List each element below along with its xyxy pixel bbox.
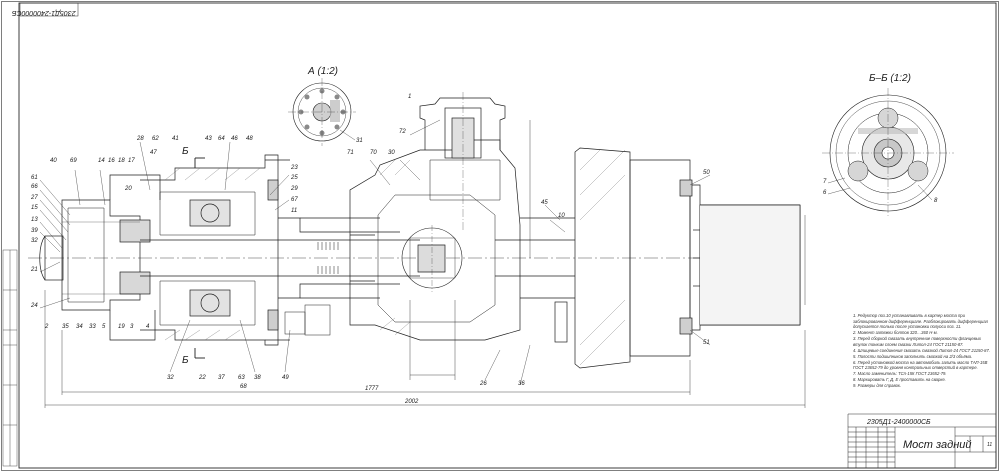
view-bb-label: Б–Б (1:2): [869, 73, 911, 84]
document-code-titleblock: 2305Д1-2400000СБ: [867, 419, 931, 426]
part-number: 71: [347, 150, 354, 156]
note-item: 3. Перед сборкой смазать внутренние пове…: [853, 336, 981, 347]
dimension-overall-inner: 1777: [365, 386, 379, 392]
part-number: 10: [558, 213, 565, 219]
part-number: 13: [31, 217, 38, 223]
note-item: 4. Шлицевые соединения смазать смазкой Л…: [853, 347, 990, 353]
part-number: 24: [31, 303, 38, 309]
section-hatching: [164, 149, 626, 366]
part-number: 15: [31, 205, 38, 211]
part-number: 26: [480, 381, 487, 387]
part-number: 67: [291, 197, 298, 203]
part-number: 43: [205, 136, 212, 142]
part-number: 69: [70, 158, 77, 164]
note-item: 7. Масло заменитель: ТСп-15К ГОСТ 23652-…: [853, 371, 947, 376]
sheet-count: 11: [987, 442, 993, 448]
part-number: 29: [291, 186, 298, 192]
part-number: 6: [823, 190, 827, 196]
part-number: 19: [118, 324, 125, 330]
note-item: 9. Размеры для справок.: [853, 383, 902, 388]
part-number: 68: [240, 384, 247, 390]
left-stamp: [2, 249, 18, 467]
part-number: 63: [238, 375, 245, 381]
part-number: 46: [231, 136, 238, 142]
wheel-hub-left: [39, 174, 161, 341]
part-number: 2: [45, 324, 49, 330]
part-number: 28: [137, 136, 144, 142]
part-number: 35: [62, 324, 69, 330]
note-item: 5. Полости подшипников заполнить смазкой…: [853, 353, 973, 359]
part-number: 38: [254, 375, 261, 381]
part-number: 70: [370, 150, 377, 156]
part-number: 51: [703, 340, 710, 346]
part-number: 72: [399, 129, 406, 135]
part-number: 41: [172, 136, 179, 142]
part-number: 18: [118, 158, 125, 164]
part-number: 64: [218, 136, 225, 142]
outer-frame: [1, 1, 999, 471]
part-number: 30: [388, 150, 395, 156]
note-item: 8. Маркировать Г, Д, Е проставить на сва…: [853, 377, 946, 382]
part-number: 5: [102, 324, 106, 330]
view-a-drawing: [288, 78, 356, 146]
part-number: 49: [282, 375, 289, 381]
part-number: 11: [291, 208, 298, 214]
part-number: 27: [31, 195, 38, 201]
part-number: 3: [130, 324, 134, 330]
drawing-sheet: [1, 1, 999, 471]
part-number: 34: [76, 324, 83, 330]
part-number: 7: [823, 179, 827, 185]
brake-pack: [284, 242, 339, 336]
view-a-label: А (1:2): [308, 66, 339, 77]
part-number: 8: [934, 198, 938, 204]
dimension-overall: 2002: [405, 399, 419, 405]
pinion-housing: [419, 92, 506, 230]
section-mark-top: Б: [182, 146, 189, 157]
part-number: 33: [89, 324, 96, 330]
note-item: 2. Момент затяжки болтов 320…360 Н·м.: [853, 330, 938, 335]
leader-lines: [39, 119, 711, 386]
note-item: 1. Редуктор поз.10 устанавливать в карте…: [853, 313, 989, 329]
part-number: 16: [108, 158, 115, 164]
document-code-top: 2305Д1-2400000СБ: [12, 9, 76, 16]
part-number: 48: [246, 136, 253, 142]
part-number: 21: [31, 267, 38, 273]
part-number: 40: [50, 158, 57, 164]
section-mark-bottom: Б: [182, 355, 189, 366]
inner-frame: [18, 2, 997, 469]
part-number: 4: [146, 324, 150, 330]
main-assembly: [28, 92, 806, 408]
note-item: 6. Перед установкой моста на автомобиль …: [853, 359, 988, 371]
part-number: 36: [518, 381, 525, 387]
part-number: 32: [167, 375, 174, 381]
part-number: 14: [98, 158, 105, 164]
part-number: 45: [541, 200, 548, 206]
part-number: 61: [31, 175, 38, 181]
part-number: 37: [218, 375, 225, 381]
part-number: 25: [291, 175, 298, 181]
part-number: 32: [31, 238, 38, 244]
part-number: 17: [128, 158, 135, 164]
technical-requirements: 1. Редуктор поз.10 устанавливать в карте…: [853, 313, 995, 389]
part-number: 39: [31, 228, 38, 234]
part-number: 31: [356, 138, 363, 144]
planetary-housing: [140, 154, 290, 346]
part-number: 1: [408, 94, 412, 100]
part-number: 62: [152, 136, 159, 142]
part-number: 50: [703, 170, 710, 176]
part-number: 20: [125, 186, 132, 192]
part-number: 47: [150, 150, 157, 156]
part-number: 23: [291, 165, 298, 171]
part-number: 66: [31, 184, 38, 190]
part-number: 22: [199, 375, 206, 381]
drawing-title: Мост задний: [903, 439, 972, 451]
